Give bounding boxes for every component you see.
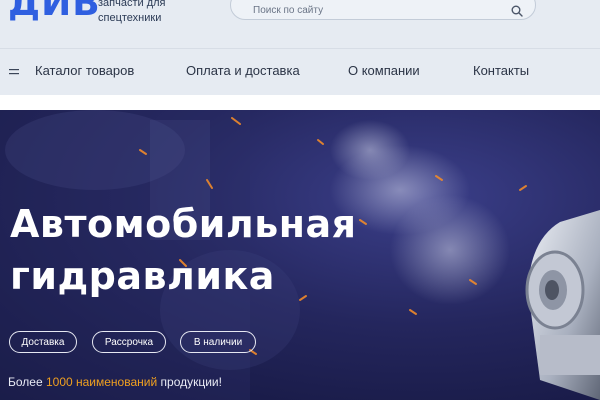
pill-delivery[interactable]: Доставка [9,331,77,353]
nav-item-payment-delivery[interactable]: Оплата и доставка [186,63,300,78]
search-box [230,0,536,20]
product-count-accent: 1000 наименований [45,375,158,389]
menu-icon[interactable] [9,68,19,76]
main-nav: Каталог товаров Оплата и доставка О комп… [0,49,600,95]
site-logo[interactable]: ДИВ [8,0,101,22]
hero-title-line-1: Автомобильная [10,202,357,246]
site-header: ДИВ запчасти для спецтехники [0,0,600,48]
hero-title: Автомобильная гидравлика [10,198,357,302]
search-input[interactable] [253,5,493,16]
tagline-line-2: спецтехники [98,12,162,24]
white-strip [0,95,600,110]
product-count-suffix: продукции! [157,375,222,389]
tagline-line-1: запчасти для [98,0,166,9]
product-count-prefix: Более [8,375,46,389]
site-tagline: запчасти для спецтехники [98,0,166,26]
nav-item-contacts[interactable]: Контакты [473,63,529,78]
hero-banner: Автомобильная гидравлика Доставка Рассро… [0,110,600,400]
hero-title-line-2: гидравлика [10,254,275,298]
search-icon[interactable] [511,5,523,17]
hero-product-count: Более 1000 наименований продукции! [8,375,222,389]
nav-item-about[interactable]: О компании [348,63,420,78]
nav-item-catalog[interactable]: Каталог товаров [35,63,134,78]
pill-installment[interactable]: Рассрочка [92,331,166,353]
pill-in-stock[interactable]: В наличии [180,331,256,353]
